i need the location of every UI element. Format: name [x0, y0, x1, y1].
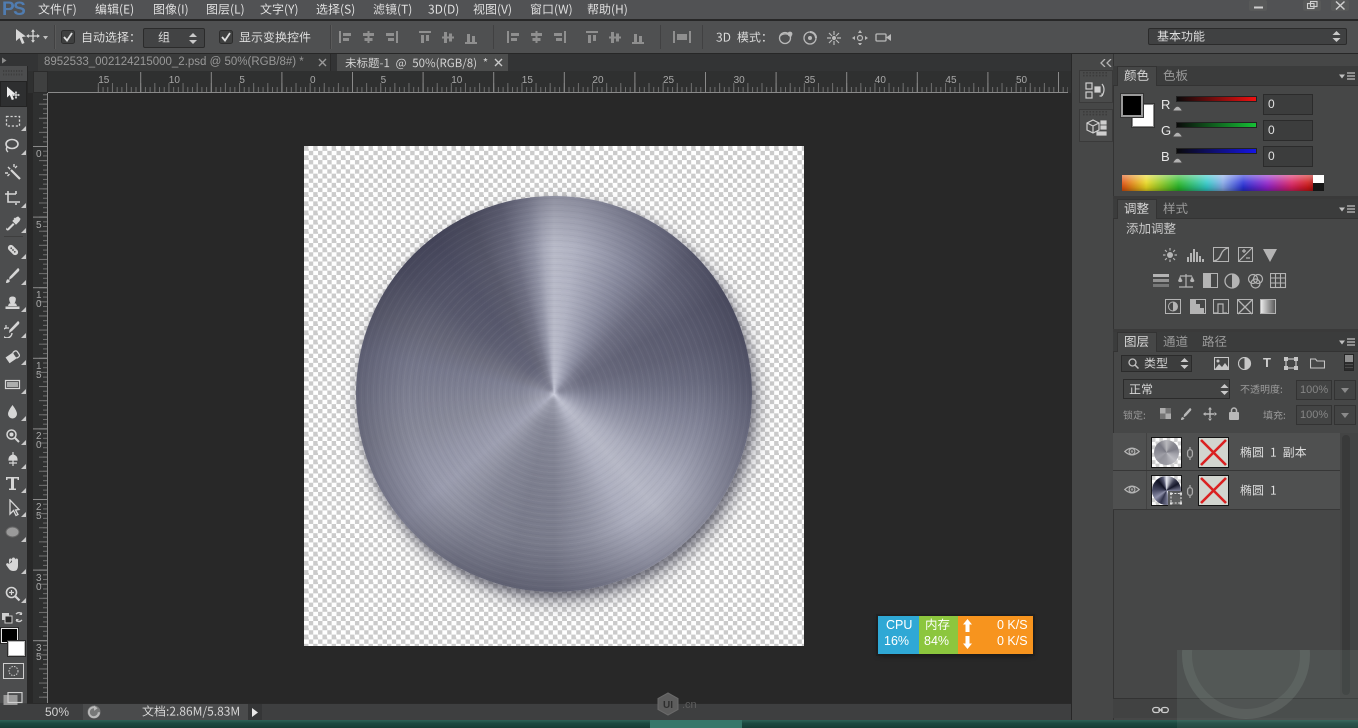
svg-text:.cn: .cn: [682, 699, 697, 711]
svg-text:UI: UI: [663, 700, 673, 711]
svg-text:PS: PS: [2, 0, 25, 17]
